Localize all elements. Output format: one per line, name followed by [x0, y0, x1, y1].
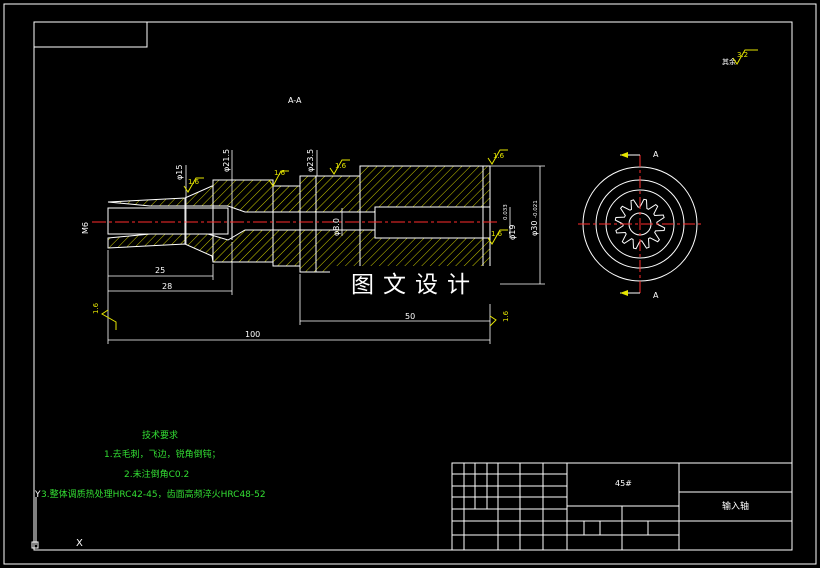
- svg-text:X: X: [76, 538, 83, 549]
- dim-d21-5: φ21.5: [222, 149, 231, 172]
- svg-text:其余: 其余: [722, 57, 736, 66]
- corner-label-box: [33, 21, 148, 48]
- svg-text:Y: Y: [34, 490, 41, 500]
- watermark: 图文设计: [330, 266, 500, 304]
- shaft-hatch-upper: [107, 165, 491, 213]
- svg-text:1.6: 1.6: [335, 162, 347, 170]
- svg-text:1.6: 1.6: [493, 152, 505, 160]
- svg-text:1.6: 1.6: [188, 178, 200, 186]
- roughness-mark: 1.6: [183, 177, 204, 193]
- dim-m6: M6: [81, 222, 90, 234]
- dim-l25: 25: [155, 266, 165, 275]
- dim-l100: 100: [245, 330, 260, 339]
- dim-d19-tol: 0.033: [503, 204, 509, 220]
- end-view: A A: [578, 150, 703, 300]
- tech-item-2: 2.未注倒角C0.2: [124, 468, 189, 480]
- section-mark-bottom: A: [653, 291, 659, 300]
- tech-item-3: 3.整体调质热处理HRC42-45，齿面高频淬火HRC48-52: [41, 488, 266, 500]
- roughness-mark: 1.6: [329, 159, 350, 175]
- svg-text:1.6: 1.6: [491, 230, 503, 238]
- tech-title: 技术要求: [142, 429, 178, 441]
- tech-requirements: 技术要求 1.去毛刺，飞边，锐角倒钝； 2.未注倒角C0.2 3.整体调质热处理…: [41, 429, 266, 500]
- title-block-material: 45#: [615, 479, 632, 488]
- tech-item-1: 1.去毛刺，飞边，锐角倒钝；: [104, 448, 221, 460]
- dim-l50: 50: [405, 312, 415, 321]
- dim-d19: φ19: [508, 225, 517, 240]
- shaft-small-bore: [107, 207, 229, 235]
- svg-text:1.6: 1.6: [92, 302, 100, 314]
- dim-d8: φ8.0: [332, 218, 341, 236]
- roughness-note: 其余 3.2: [722, 49, 758, 66]
- dim-d30-tol: -0.021: [533, 200, 539, 218]
- dim-d30: φ30: [530, 221, 539, 236]
- roughness-mark: 1.6: [487, 149, 508, 165]
- roughness-mark: 1.6: [489, 310, 510, 327]
- dim-l28: 28: [162, 282, 172, 291]
- section-label: A-A: [288, 96, 302, 105]
- svg-text:1.6: 1.6: [274, 169, 286, 177]
- dim-d23-5: φ23.5: [306, 149, 315, 172]
- roughness-mark: 1.6: [487, 229, 508, 245]
- section-mark-top: A: [653, 150, 659, 159]
- title-block-part-name: 输入轴: [722, 500, 749, 512]
- dim-d15: φ15: [175, 165, 184, 180]
- roughness-mark: 1.6: [92, 302, 117, 330]
- svg-text:1.6: 1.6: [502, 310, 510, 322]
- svg-text:3.2: 3.2: [737, 51, 748, 59]
